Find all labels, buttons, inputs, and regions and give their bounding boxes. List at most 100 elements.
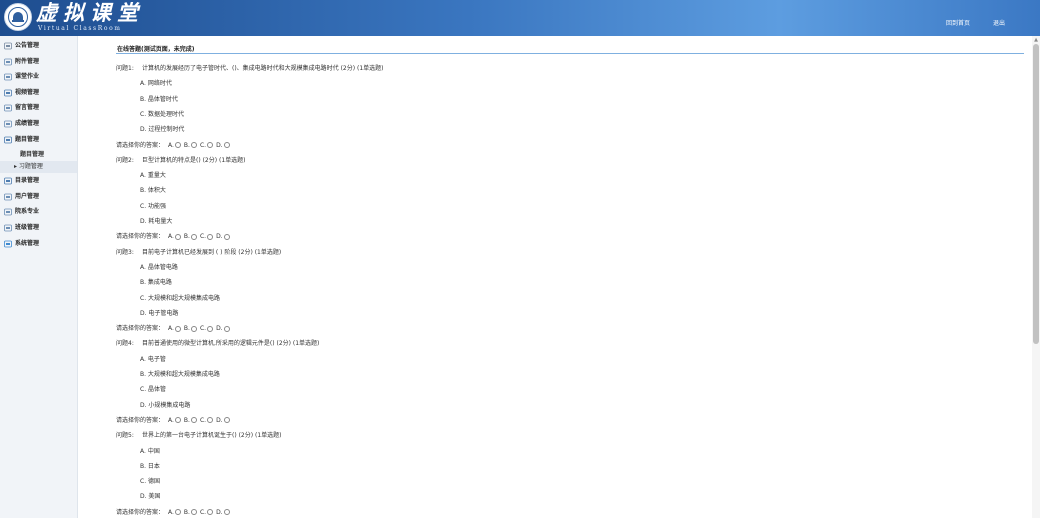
pencil-icon <box>4 73 12 81</box>
sidebar-item[interactable]: 附件管理 <box>0 55 77 69</box>
question-body: 世界上的第一台电子计算机诞生于() (2分) (1单选题) <box>142 432 282 440</box>
choice-label: C. <box>199 508 207 516</box>
sidebar-item-label: 成绩管理 <box>15 120 40 127</box>
sidebar-subitem-question-admin[interactable]: 题目管理 <box>0 149 77 161</box>
question-body: 目前电子计算机已经发展到 ( ) 阶段 (2分) (1单选题) <box>142 248 282 256</box>
answer-radio[interactable] <box>190 509 197 516</box>
question-body: 计算机的发展经历了电子管时代、()、集成电路时代和大规模集成电路时代 (2分) … <box>142 65 384 72</box>
choice-label: B. <box>183 508 190 516</box>
answer-option: C. 功能强 <box>140 202 167 210</box>
answer-radio[interactable] <box>190 142 197 148</box>
question-number: 问题5: <box>116 432 134 440</box>
answer-option: B. 日本 <box>140 462 160 470</box>
answer-radio[interactable] <box>223 142 230 148</box>
sidebar-subitem-exercise-admin[interactable]: ▸ 习题管理 <box>0 161 77 174</box>
choice-label: C. <box>199 141 207 149</box>
sidebar-item[interactable]: 系统管理 <box>0 237 77 251</box>
answer-option: B. 大规模和超大规模集成电路 <box>140 371 220 378</box>
answer-radio[interactable] <box>207 142 214 148</box>
answer-radio[interactable] <box>223 417 230 424</box>
answer-option: A. 中国 <box>140 447 160 455</box>
choice-label: C. <box>199 325 207 333</box>
sidebar-item[interactable]: 班级管理 <box>0 221 77 235</box>
sidebar-item-label: 附件管理 <box>15 57 40 65</box>
choice-label: B. <box>183 141 190 149</box>
choice-label: B. <box>183 325 190 333</box>
sidebar-item[interactable]: 课堂作业 <box>0 70 77 84</box>
sidebar-item[interactable]: 院系专业 <box>0 205 77 219</box>
answer-radio[interactable] <box>207 509 214 516</box>
question-text: 问题3: 目前电子计算机已经发展到 ( ) 阶段 (2分) (1单选题) <box>116 247 281 256</box>
answer-option: A. 重量大 <box>140 172 166 180</box>
answer-radio[interactable] <box>223 233 230 240</box>
answer-radio[interactable] <box>207 417 214 424</box>
choice-label: A. <box>168 233 174 241</box>
sidebar-item[interactable]: 公告管理 <box>0 39 77 53</box>
sidebar-item-label: 班级管理 <box>15 224 40 231</box>
answer-prompt: 请选择你的答案： <box>116 416 165 424</box>
app-subtitle: Virtual ClassRoom <box>38 25 122 32</box>
sidebar-item[interactable]: 成绩管理 <box>0 117 77 131</box>
choice-label: A. <box>168 508 174 516</box>
answer-option: D. 过程控制时代 <box>140 126 185 134</box>
question-icon <box>4 136 12 144</box>
video-icon <box>4 89 12 97</box>
answer-radio[interactable] <box>174 233 181 240</box>
answer-option: B. 集成电路 <box>140 279 172 287</box>
choice-label: B. <box>183 233 190 241</box>
choice-label: B. <box>183 416 190 424</box>
answer-radio[interactable] <box>223 325 230 332</box>
question-number: 问题1: <box>116 65 134 72</box>
answer-radio[interactable] <box>207 233 214 240</box>
grade-icon <box>4 120 12 128</box>
question-number: 问题2: <box>116 156 134 164</box>
scrollbar-thumb[interactable] <box>1033 44 1039 344</box>
class-icon <box>4 224 12 232</box>
sidebar-item[interactable]: 留言管理 <box>0 101 77 115</box>
sidebar-item-label: 留言管理 <box>15 104 40 112</box>
answer-prompt: 请选择你的答案： <box>116 141 165 149</box>
answer-option: A. 网络时代 <box>140 80 172 88</box>
list-icon <box>4 177 12 185</box>
choice-label: A. <box>168 325 174 333</box>
answer-radio[interactable] <box>174 417 181 424</box>
page-title: 在线答题(测试页面，未完成) <box>117 46 195 53</box>
sidebar-item-label: 课堂作业 <box>15 73 40 81</box>
answer-option: C. 数据处理时代 <box>140 110 185 118</box>
choice-label: C. <box>199 233 207 241</box>
nav-logout-link[interactable]: 退出 <box>993 18 1005 27</box>
sidebar-item[interactable]: 视频管理 <box>0 86 77 100</box>
answer-radio[interactable] <box>223 509 230 516</box>
sidebar-item[interactable]: 题目管理 <box>0 133 77 147</box>
choice-label: A. <box>168 416 174 424</box>
choice-label: D. <box>216 508 223 516</box>
sidebar-item-label: 目录管理 <box>15 177 40 185</box>
answer-prompt: 请选择你的答案： <box>116 325 165 333</box>
sidebar: 公告管理 附件管理 课堂作业 视频管理 留言管理 成绩管理 题目管理 题目管理 ▸ 习题管理 目录… <box>0 36 78 518</box>
scroll-up-icon[interactable]: ▲ <box>1033 37 1039 43</box>
answer-radio[interactable] <box>174 142 181 148</box>
answer-option: A. 电子管 <box>140 355 166 363</box>
attachment-icon <box>4 58 12 66</box>
choice-label: D. <box>216 233 223 241</box>
answer-option: D. 耗电量大 <box>140 218 173 225</box>
answer-radio[interactable] <box>190 233 197 240</box>
answer-radio[interactable] <box>190 325 197 332</box>
sidebar-item[interactable]: 目录管理 <box>0 174 77 188</box>
answer-radio[interactable] <box>190 417 197 424</box>
answer-radio[interactable] <box>174 325 181 332</box>
title-divider <box>116 53 1024 54</box>
answer-radio[interactable] <box>174 509 181 516</box>
sidebar-item[interactable]: 用户管理 <box>0 190 77 204</box>
choice-label: C. <box>199 416 207 424</box>
answer-radio[interactable] <box>207 325 214 332</box>
choice-label: D. <box>216 141 223 149</box>
nav-home-link[interactable]: 回到首页 <box>946 18 970 27</box>
message-icon <box>4 104 12 112</box>
answer-option: C. 大规模和超大规模集成电路 <box>140 294 221 302</box>
question-text: 问题4: 目前普通使用的微型计算机,所采用的逻辑元件是() (2分) (1单选题) <box>116 338 319 347</box>
announcement-icon <box>4 42 12 50</box>
answer-selector: 请选择你的答案： A. B. C. D. <box>116 231 233 240</box>
sidebar-item-label: 视频管理 <box>15 88 40 96</box>
answer-selector: 请选择你的答案： A. B. C. D. <box>116 507 233 516</box>
